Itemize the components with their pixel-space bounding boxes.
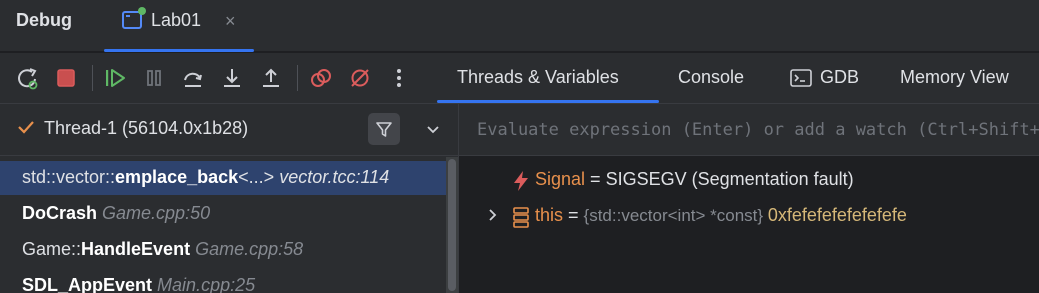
debug-toolbar: Threads & Variables Console GDB Memory V… [0, 53, 1039, 104]
terminal-icon [790, 68, 812, 87]
more-icon[interactable] [387, 66, 411, 90]
tab-label: Lab01 [151, 10, 202, 30]
frame-function: emplace_back [115, 167, 239, 187]
window-icon [122, 7, 146, 29]
mute-breakpoints-icon[interactable] [348, 66, 372, 90]
chevron-down-icon[interactable] [424, 120, 442, 138]
frame-function: DoCrash [22, 203, 98, 223]
tab-active-indicator [437, 100, 659, 103]
pause-icon[interactable] [142, 66, 166, 90]
frame-function: HandleEvent [81, 239, 191, 259]
stop-icon[interactable] [54, 66, 78, 90]
rerun-icon[interactable] [16, 66, 40, 90]
title-bar: Debug Lab01 × [0, 0, 1039, 52]
window-title: Debug [16, 10, 72, 30]
tab-active-indicator [104, 49, 254, 52]
frame-item[interactable]: SDL_AppEvent Main.cpp:25 [0, 269, 458, 293]
frame-location: Main.cpp:25 [157, 275, 256, 293]
scrollbar-thumb[interactable] [448, 159, 456, 291]
chevron-right-icon[interactable] [485, 207, 501, 223]
frame-scope: std::vector:: [22, 167, 116, 187]
frame-item[interactable]: std::vector::emplace_back<...> vector.tc… [0, 161, 458, 195]
variable-row[interactable]: this = {std::vector<int> *const} 0xfefef… [459, 199, 1039, 233]
step-into-icon[interactable] [220, 66, 244, 90]
tab-gdb-label: GDB [820, 67, 860, 87]
evaluate-bar [459, 104, 1039, 156]
resume-icon[interactable] [103, 66, 127, 90]
tab-gdb[interactable]: GDB [790, 67, 859, 88]
frame-item[interactable]: DoCrash Game.cpp:50 [0, 197, 458, 231]
frame-location: Game.cpp:50 [102, 203, 211, 223]
thread-label: Thread-1 (56104.0x1b28) [44, 118, 249, 138]
frame-function: SDL_AppEvent [22, 275, 153, 293]
variable-name: this [535, 205, 564, 225]
frame-location: Game.cpp:58 [195, 239, 304, 259]
checkmark-icon [18, 121, 34, 134]
lightning-icon [514, 171, 528, 191]
tab-lab01[interactable]: Lab01 × [104, 0, 254, 52]
variable-name: Signal [535, 169, 586, 189]
filter-icon[interactable] [368, 113, 400, 145]
tab-memory-view[interactable]: Memory View [900, 67, 1009, 88]
variable-type: {std::vector<int> *const} [583, 206, 768, 225]
step-out-icon[interactable] [259, 66, 283, 90]
structure-icon [513, 207, 529, 228]
thread-selector[interactable]: Thread-1 (56104.0x1b28) [0, 104, 458, 156]
frames-scrollbar[interactable] [446, 157, 458, 293]
variable-row[interactable]: Signal = SIGSEGV (Segmentation fault) [459, 163, 1039, 197]
frame-suffix: <...> [238, 167, 275, 187]
tab-console[interactable]: Console [678, 67, 744, 88]
variable-value: SIGSEGV (Segmentation fault) [605, 169, 854, 189]
variable-value: 0xfefefefefefefefe [767, 205, 907, 225]
variables-panel: Signal = SIGSEGV (Segmentation fault) th… [459, 104, 1039, 293]
evaluate-input[interactable] [459, 104, 1039, 155]
step-over-icon[interactable] [181, 66, 205, 90]
separator [92, 65, 93, 91]
variable-equals: = [563, 205, 584, 225]
close-icon[interactable]: × [225, 11, 236, 32]
frame-location: vector.tcc:114 [279, 167, 390, 187]
tab-threads-variables[interactable]: Threads & Variables [457, 67, 619, 88]
frames-panel: Thread-1 (56104.0x1b28) std::vector::emp… [0, 104, 458, 293]
variable-equals: = [585, 169, 606, 189]
separator [297, 65, 298, 91]
frame-scope: Game:: [22, 239, 82, 259]
frame-item[interactable]: Game::HandleEvent Game.cpp:58 [0, 233, 458, 267]
view-breakpoints-icon[interactable] [309, 66, 333, 90]
